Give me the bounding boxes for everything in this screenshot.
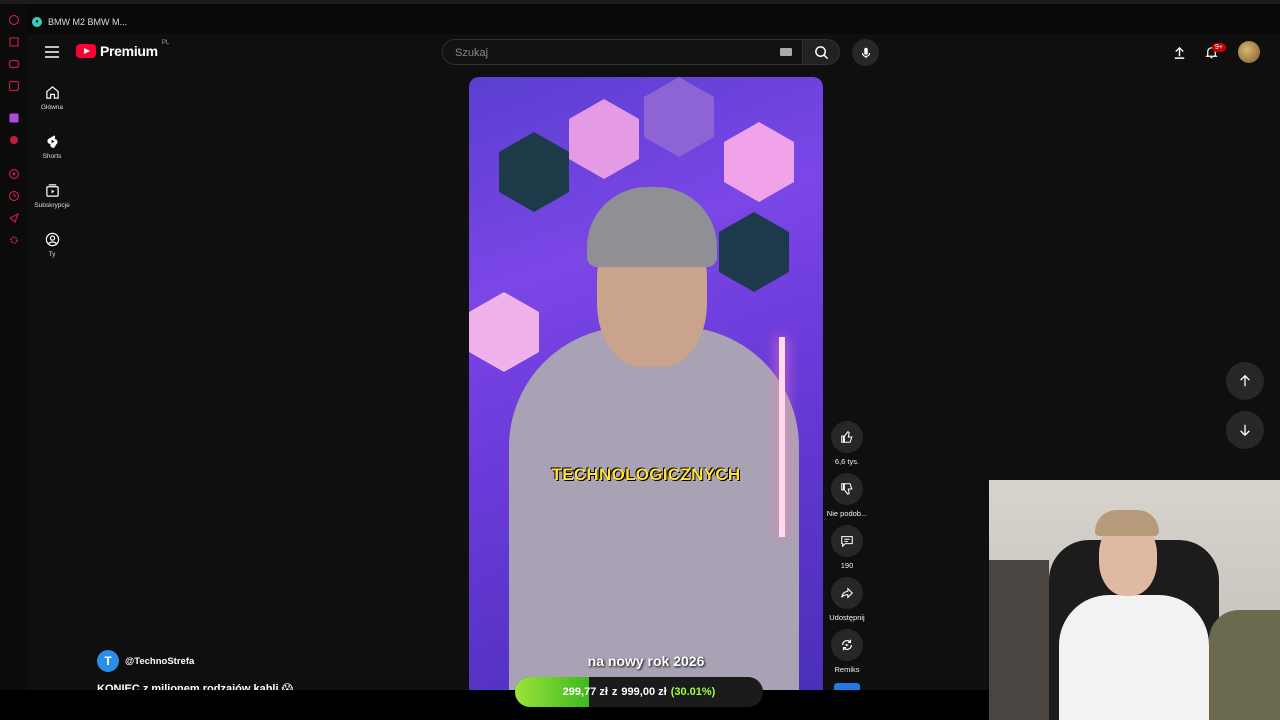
browser-tab[interactable]: ● BMW M2 BMW M...	[32, 12, 127, 32]
upload-icon	[1174, 46, 1184, 59]
browser-tab-strip: ● BMW M2 BMW M...	[0, 0, 1280, 34]
goal-separator: z	[611, 686, 618, 698]
comment-count: 190	[840, 561, 854, 570]
thumb-down-icon	[841, 483, 853, 495]
wall-panel	[719, 212, 789, 292]
person-hoodie	[509, 327, 799, 690]
wall-panel	[724, 122, 794, 202]
donation-goal: 299,77 zł z 999,00 zł (30.01%)	[515, 677, 763, 707]
dislike-button[interactable]	[831, 473, 863, 505]
comments-button[interactable]	[831, 525, 863, 557]
comment-icon	[841, 536, 853, 548]
tab-title: BMW M2 BMW M...	[48, 17, 127, 27]
guide-item-subscriptions[interactable]: Subskrypcje	[30, 183, 74, 209]
logo-text: Premium	[100, 43, 158, 59]
remix-action[interactable]: Remiks	[828, 629, 866, 674]
voice-search-button[interactable]	[852, 39, 879, 66]
previous-short-button[interactable]	[1226, 362, 1264, 400]
webcam-plant	[1209, 610, 1280, 720]
short-title[interactable]: KONIEC z milionem rodzajów kabli 😱	[97, 680, 337, 690]
browser-top-edge	[0, 0, 1280, 4]
remix-icon	[842, 639, 852, 651]
like-count: 6,6 tys.	[834, 457, 860, 466]
wall-panel	[644, 77, 714, 157]
settings-icon[interactable]	[8, 234, 20, 246]
video-caption-bottom: na nowy rok 2026	[587, 653, 705, 669]
account-icon	[45, 232, 59, 247]
video-caption-top: TECHNOLOGICZNYCH	[551, 465, 741, 484]
webcam-person-shirt	[1059, 595, 1209, 720]
region-code: PL	[161, 40, 170, 46]
channel-name[interactable]: @TechnoStrefa	[125, 656, 194, 667]
guide-menu-button[interactable]	[42, 42, 62, 62]
messenger-icon[interactable]	[8, 58, 20, 70]
microphone-icon	[861, 47, 870, 58]
webcam-shelf	[989, 560, 1049, 720]
webcam-overlay	[989, 480, 1280, 720]
upload-button[interactable]	[1170, 43, 1188, 61]
browser-sidebar	[0, 4, 28, 690]
search-box	[442, 39, 802, 65]
record-icon[interactable]	[8, 168, 20, 180]
notification-badge: 9+	[1212, 43, 1226, 52]
youtube-logo-icon	[76, 44, 96, 58]
search-button[interactable]	[802, 39, 840, 65]
channel-avatar[interactable]: T	[97, 650, 119, 672]
share-action[interactable]: Udostępnij	[828, 577, 866, 622]
thumb-up-icon	[841, 431, 853, 443]
like-button[interactable]	[831, 421, 863, 453]
youtube-premium-logo[interactable]: Premium PL	[76, 40, 170, 59]
history-icon[interactable]	[8, 14, 20, 26]
search-icon	[814, 45, 828, 59]
guide-item-you[interactable]: Ty	[30, 232, 74, 258]
guide-item-shorts[interactable]: Shorts	[30, 134, 74, 160]
wall-panel	[569, 99, 639, 179]
sound-thumbnail[interactable]	[834, 683, 860, 690]
dislike-label: Nie podob...	[826, 509, 868, 518]
remix-button[interactable]	[831, 629, 863, 661]
goal-percent: (30.01%)	[670, 686, 716, 698]
like-action[interactable]: 6,6 tys.	[828, 421, 866, 466]
guide-item-label: Subskrypcje	[34, 202, 70, 209]
account-avatar[interactable]	[1238, 41, 1260, 63]
twitch-icon[interactable]	[8, 112, 20, 124]
shorts-icon	[46, 135, 58, 148]
share-button[interactable]	[831, 577, 863, 609]
app-badge-icon[interactable]	[8, 134, 20, 146]
guide-item-label: Ty	[48, 251, 56, 258]
dislike-action[interactable]: Nie podob...	[826, 473, 868, 518]
home-icon	[45, 86, 59, 99]
donation-goal-text: 299,77 zł z 999,00 zł (30.01%)	[515, 677, 763, 707]
goal-current: 299,77 zł	[562, 686, 608, 698]
shorts-video-player[interactable]: TECHNOLOGICZNYCH na nowy rok 2026	[469, 77, 823, 690]
guide-item-label: Shorts	[42, 153, 62, 160]
tab-favicon-icon: ●	[32, 17, 42, 27]
goal-target: 999,00 zł	[621, 686, 667, 698]
clock-icon[interactable]	[8, 190, 20, 202]
next-short-button[interactable]	[1226, 411, 1264, 449]
send-icon[interactable]	[8, 212, 20, 224]
search-input[interactable]	[453, 44, 777, 62]
guide-item-label: Główna	[40, 104, 64, 111]
hamburger-icon	[45, 46, 59, 58]
keyboard-icon[interactable]	[780, 48, 792, 56]
comments-action[interactable]: 190	[828, 525, 866, 570]
wall-panel	[499, 132, 569, 212]
light-tube	[779, 337, 785, 537]
webcam-person-hair	[1095, 510, 1159, 536]
player-icon[interactable]	[8, 80, 20, 92]
person-beanie	[587, 187, 717, 267]
arrow-down-icon	[1240, 424, 1250, 437]
share-label: Udostępnij	[829, 613, 865, 622]
subscriptions-icon	[45, 184, 59, 197]
remix-label: Remiks	[834, 665, 860, 674]
guide-item-home[interactable]: Główna	[30, 85, 74, 111]
channel-info[interactable]: T @TechnoStrefa	[97, 650, 194, 672]
arrow-up-icon	[1240, 374, 1250, 387]
share-icon	[841, 587, 853, 599]
extension-icon[interactable]	[8, 36, 20, 48]
wall-panel	[469, 292, 539, 372]
